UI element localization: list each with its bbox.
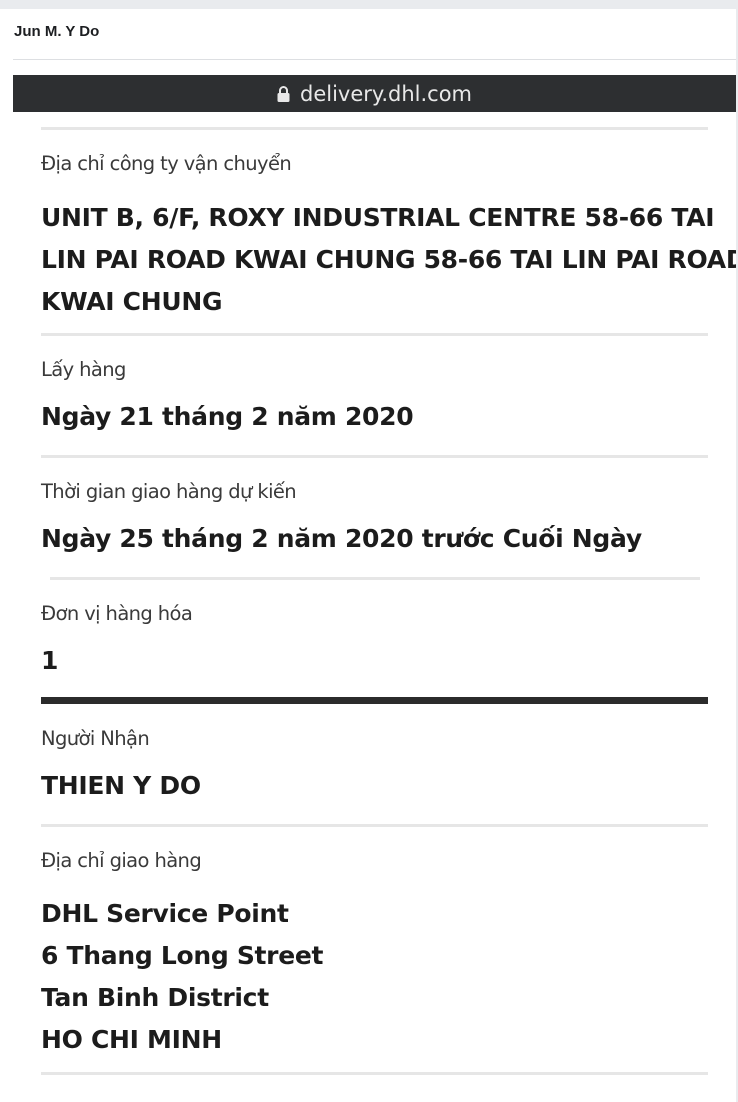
delivery-address-line: DHL Service Point xyxy=(41,899,289,928)
pickup-label: Lấy hàng xyxy=(41,358,126,381)
delivery-address-value: DHL Service Point 6 Thang Long Street Ta… xyxy=(41,893,323,1061)
recipient-label: Người Nhận xyxy=(41,727,150,750)
post-author-name[interactable]: Jun M. Y Do xyxy=(14,23,99,40)
attached-screenshot[interactable]: delivery.dhl.com Địa chỉ công ty vận chu… xyxy=(13,75,736,1102)
section-divider xyxy=(50,577,700,580)
pieces-count: 1 xyxy=(41,646,59,675)
carrier-address-line: LIN PAI ROAD KWAI CHUNG 58-66 TAI LIN PA… xyxy=(41,245,736,274)
delivery-address-line: 6 Thang Long Street xyxy=(41,941,324,970)
browser-url-bar: delivery.dhl.com xyxy=(13,75,736,112)
section-divider xyxy=(41,333,708,336)
pickup-date: Ngày 21 tháng 2 năm 2020 xyxy=(41,402,414,431)
delivery-address-line: HO CHI MINH xyxy=(41,1025,222,1054)
eta-label: Thời gian giao hàng dự kiến xyxy=(41,480,297,503)
section-divider xyxy=(41,824,708,827)
carrier-address-label: Địa chỉ công ty vận chuyển xyxy=(41,152,292,175)
carrier-address-value: UNIT B, 6/F, ROXY INDUSTRIAL CENTRE 58-6… xyxy=(41,197,736,323)
carrier-address-line: KWAI CHUNG xyxy=(41,287,223,316)
lock-icon xyxy=(277,86,290,102)
post-card: Jun M. Y Do delivery.dhl.com Địa chỉ côn… xyxy=(0,9,736,1102)
browser-url-text: delivery.dhl.com xyxy=(299,81,472,106)
eta-date: Ngày 25 tháng 2 năm 2020 trước Cuối Ngày xyxy=(41,524,642,553)
section-divider xyxy=(41,455,708,458)
post-header-divider xyxy=(13,59,736,60)
delivery-address-label: Địa chỉ giao hàng xyxy=(41,849,202,872)
delivery-address-line: Tan Binh District xyxy=(41,983,269,1012)
carrier-address-line: UNIT B, 6/F, ROXY INDUSTRIAL CENTRE 58-6… xyxy=(41,203,715,232)
section-divider xyxy=(41,127,708,130)
pieces-label: Đơn vị hàng hóa xyxy=(41,602,193,625)
section-divider-thick xyxy=(41,697,708,704)
section-divider xyxy=(41,1072,708,1075)
recipient-name: THIEN Y DO xyxy=(41,771,201,800)
